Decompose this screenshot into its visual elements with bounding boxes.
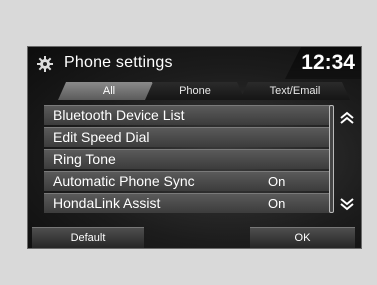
- list-item-ring-tone[interactable]: Ring Tone: [44, 149, 332, 169]
- list-item-value: On: [268, 174, 286, 189]
- double-chevron-down-icon[interactable]: [339, 197, 355, 211]
- list-item-label: Automatic Phone Sync: [53, 173, 195, 189]
- phone-settings-screen: Phone settings 12:34 All Phone Text/Emai…: [27, 46, 362, 249]
- double-chevron-up-icon[interactable]: [339, 111, 355, 125]
- list-item-label: HondaLink Assist: [53, 195, 161, 211]
- page-title: Phone settings: [64, 54, 173, 71]
- list-item-bluetooth-device-list[interactable]: Bluetooth Device List: [44, 105, 332, 125]
- list-item-edit-speed-dial[interactable]: Edit Speed Dial: [44, 127, 332, 147]
- ok-button[interactable]: OK: [250, 227, 355, 248]
- list-item-label: Edit Speed Dial: [53, 129, 150, 145]
- tab-all[interactable]: All: [58, 82, 160, 100]
- tab-phone[interactable]: Phone: [145, 82, 245, 100]
- list-item-hondalink-assist[interactable]: HondaLink Assist On: [44, 193, 332, 213]
- list-item-label: Bluetooth Device List: [53, 107, 185, 123]
- list-item-automatic-phone-sync[interactable]: Automatic Phone Sync On: [44, 171, 332, 191]
- tab-bar: All Phone Text/Email: [28, 82, 361, 100]
- tab-text-email[interactable]: Text/Email: [240, 82, 350, 100]
- title-bar: Phone settings 12:34: [28, 47, 361, 81]
- list-item-value: On: [268, 196, 286, 211]
- list-item-label: Ring Tone: [53, 151, 116, 167]
- default-button[interactable]: Default: [32, 227, 144, 248]
- clock: 12:34: [301, 51, 355, 74]
- gear-icon: [37, 56, 53, 72]
- scrollbar[interactable]: [329, 105, 334, 213]
